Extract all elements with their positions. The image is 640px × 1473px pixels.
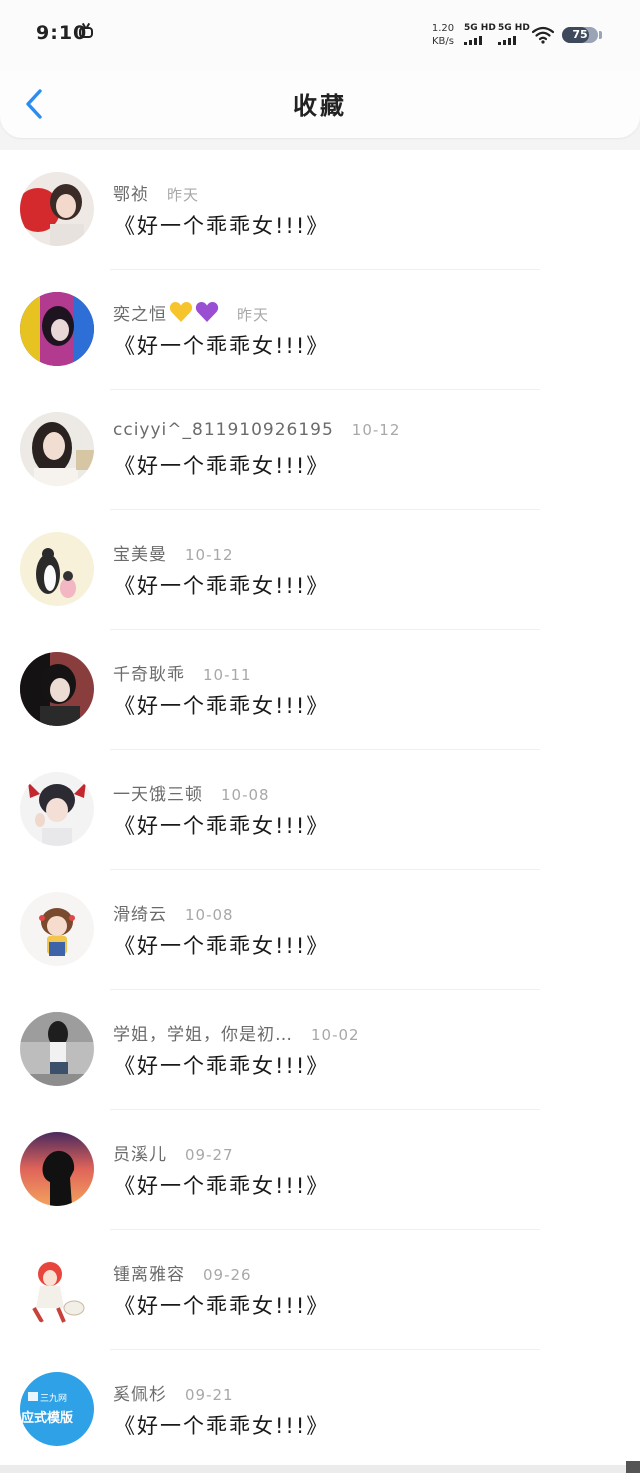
username[interactable]: 奕之恒	[113, 305, 167, 325]
scroll-indicator	[626, 1461, 640, 1473]
timestamp: 10-08	[221, 786, 270, 804]
avatar[interactable]	[20, 652, 94, 726]
list-item[interactable]: 员溪儿 09-27 《好一个乖乖女!!!》	[0, 1110, 640, 1230]
list-item[interactable]: 奕之恒 昨天 《好一个乖乖女!!!》	[0, 270, 640, 390]
wifi-icon	[532, 26, 554, 44]
username[interactable]: 宝美曼	[113, 545, 167, 565]
message-text: 《好一个乖乖女!!!》	[114, 214, 330, 238]
timestamp: 09-21	[185, 1386, 234, 1404]
list-item[interactable]: 学姐，学姐，你是初… 10-02 《好一个乖乖女!!!》	[0, 990, 640, 1110]
avatar-text: 应式模版	[21, 1410, 73, 1426]
signal-label: 5G HD	[464, 23, 496, 33]
timestamp: 09-26	[203, 1266, 252, 1284]
username[interactable]: 鄂祯	[113, 185, 149, 205]
list-item[interactable]: 滑绮云 10-08 《好一个乖乖女!!!》	[0, 870, 640, 990]
list-item[interactable]: 宝美曼 10-12 《好一个乖乖女!!!》	[0, 510, 640, 630]
message-text: 《好一个乖乖女!!!》	[114, 1174, 330, 1198]
username[interactable]: 学姐，学姐，你是初…	[113, 1025, 293, 1045]
timestamp: 09-27	[185, 1146, 234, 1164]
net-speed-unit: KB/s	[432, 36, 454, 47]
username[interactable]: 滑绮云	[113, 905, 167, 925]
avatar[interactable]	[20, 1252, 94, 1326]
avatar[interactable]	[20, 532, 94, 606]
net-speed-value: 1.20	[431, 23, 455, 34]
avatar[interactable]	[20, 1132, 94, 1206]
avatar[interactable]	[20, 172, 94, 246]
avatar[interactable]	[20, 892, 94, 966]
signal-label: 5G HD	[498, 23, 530, 33]
message-text: 《好一个乖乖女!!!》	[114, 694, 330, 718]
timestamp: 10-11	[203, 666, 252, 684]
list-item[interactable]: cciyyi^_811910926195 10-12 《好一个乖乖女!!!》	[0, 390, 640, 510]
purple-heart-icon	[195, 302, 219, 322]
message-text: 《好一个乖乖女!!!》	[114, 934, 330, 958]
list-item[interactable]: 锺离雅容 09-26 《好一个乖乖女!!!》	[0, 1230, 640, 1350]
signal-icon: 5G HD	[498, 23, 530, 45]
username[interactable]: 一天饿三顿	[113, 785, 203, 805]
username[interactable]: cciyyi^_811910926195	[113, 420, 334, 440]
timestamp: 10-12	[185, 546, 234, 564]
message-text: 《好一个乖乖女!!!》	[114, 454, 330, 478]
page-title: 收藏	[293, 92, 347, 120]
message-text: 《好一个乖乖女!!!》	[114, 1414, 330, 1438]
username[interactable]: 员溪儿	[113, 1145, 167, 1165]
yellow-heart-icon	[169, 302, 193, 322]
list-item[interactable]: 鄂祯 昨天 《好一个乖乖女!!!》	[0, 150, 640, 270]
message-text: 《好一个乖乖女!!!》	[114, 1294, 330, 1318]
message-text: 《好一个乖乖女!!!》	[114, 814, 330, 838]
message-text: 《好一个乖乖女!!!》	[114, 1054, 330, 1078]
list-item[interactable]: 三九网应式模版 奚佩杉 09-21 《好一个乖乖女!!!》	[0, 1350, 640, 1465]
favorites-list: 鄂祯 昨天 《好一个乖乖女!!!》 奕之恒 昨天 《好一个乖乖女!!!》 cciyy…	[0, 150, 640, 1465]
timestamp: 10-08	[185, 906, 234, 924]
tv-icon	[79, 27, 93, 38]
avatar[interactable]	[20, 412, 94, 486]
list-item[interactable]: 一天饿三顿 10-08 《好一个乖乖女!!!》	[0, 750, 640, 870]
username[interactable]: 奚佩杉	[113, 1385, 167, 1405]
username[interactable]: 锺离雅容	[113, 1265, 185, 1285]
timestamp: 昨天	[167, 186, 200, 204]
timestamp: 昨天	[237, 306, 270, 324]
username[interactable]: 千奇耿乖	[113, 665, 185, 685]
status-bar: 9:10 1.20 KB/s 5G HD 5G HD 75	[0, 0, 640, 70]
battery-icon: 75	[562, 27, 598, 43]
timestamp: 10-02	[311, 1026, 360, 1044]
avatar-text: 三九网	[40, 1393, 67, 1404]
avatar[interactable]	[20, 292, 94, 366]
net-speed: 1.20 KB/s	[430, 22, 456, 48]
list-item[interactable]: 千奇耿乖 10-11 《好一个乖乖女!!!》	[0, 630, 640, 750]
signal-icon: 5G HD	[464, 23, 496, 45]
message-text: 《好一个乖乖女!!!》	[114, 574, 330, 598]
avatar[interactable]	[20, 1012, 94, 1086]
battery-level: 75	[572, 28, 588, 41]
message-text: 《好一个乖乖女!!!》	[114, 334, 330, 358]
timestamp: 10-12	[351, 421, 401, 439]
avatar[interactable]	[20, 772, 94, 846]
avatar[interactable]: 三九网应式模版	[20, 1372, 94, 1446]
header: 收藏	[0, 70, 640, 138]
bottom-bar	[0, 1465, 640, 1473]
